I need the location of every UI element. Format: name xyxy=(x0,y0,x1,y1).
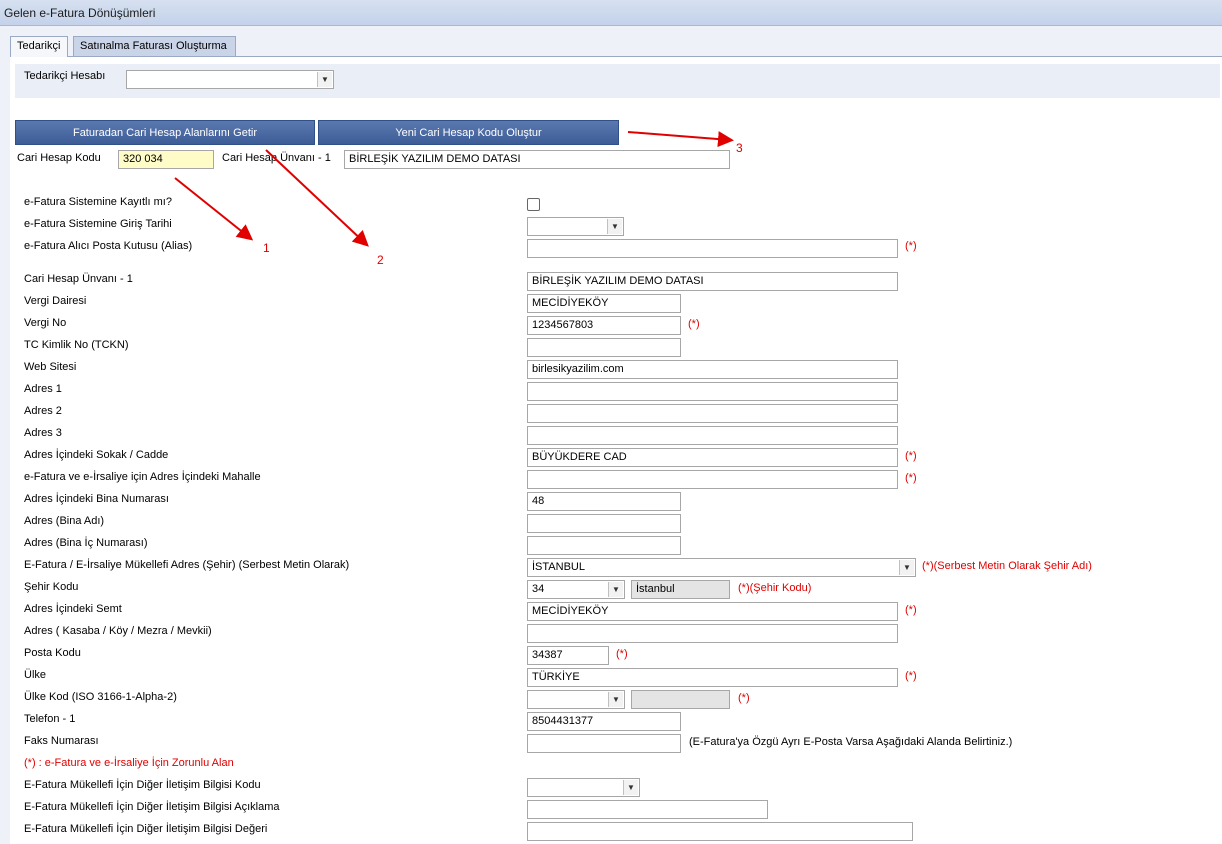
building-no-label: Adres İçindeki Bina Numarası xyxy=(24,493,169,505)
address3-input[interactable] xyxy=(527,426,898,445)
other-value-input[interactable] xyxy=(527,822,913,841)
tab-satinalma-faturasi[interactable]: Satınalma Faturası Oluşturma xyxy=(73,36,236,56)
required-marker: (*) xyxy=(688,318,700,330)
supplier-account-dropdown[interactable]: ▼ xyxy=(126,70,334,89)
city-code-note: (*)(Şehir Kodu) xyxy=(738,582,812,594)
postal-input[interactable]: 34387 xyxy=(527,646,609,665)
district-label: e-Fatura ve e-İrsaliye için Adres İçinde… xyxy=(24,471,261,483)
city-name-readonly: İstanbul xyxy=(631,580,730,599)
required-marker: (*) xyxy=(738,692,750,704)
fax-input[interactable] xyxy=(527,734,681,753)
account-code-input[interactable]: 320 034 xyxy=(118,150,214,169)
chevron-down-icon[interactable]: ▼ xyxy=(608,582,623,597)
web-label: Web Sitesi xyxy=(24,361,77,373)
country-label: Ülke xyxy=(24,669,47,681)
required-marker: (*) xyxy=(905,604,917,616)
fax-note: (E-Fatura'ya Özgü Ayrı E-Posta Varsa Aşa… xyxy=(689,736,1013,748)
phone-label: Telefon - 1 xyxy=(24,713,76,725)
registered-checkbox[interactable] xyxy=(527,198,540,211)
chevron-down-icon[interactable]: ▼ xyxy=(607,219,622,234)
required-marker: (*) xyxy=(905,450,917,462)
phone-input[interactable]: 8504431377 xyxy=(527,712,681,731)
alias-label: e-Fatura Alıcı Posta Kutusu (Alias) xyxy=(24,240,193,252)
new-account-code-button[interactable]: Yeni Cari Hesap Kodu Oluştur xyxy=(318,120,619,145)
street-input[interactable]: BÜYÜKDERE CAD xyxy=(527,448,898,467)
required-fields-note: (*) : e-Fatura ve e-İrsaliye İçin Zorunl… xyxy=(24,757,234,769)
supplier-account-label: Tedarikçi Hesabı xyxy=(24,70,106,82)
other-code-dropdown[interactable]: ▼ xyxy=(527,778,640,797)
building-name-label: Adres (Bina Adı) xyxy=(24,515,105,527)
annotation-label-3: 3 xyxy=(736,141,743,155)
street-label: Adres İçindeki Sokak / Cadde xyxy=(24,449,169,461)
annotation-label-1: 1 xyxy=(263,241,270,255)
city-value: İSTANBUL xyxy=(532,561,585,573)
required-marker: (*) xyxy=(905,472,917,484)
entry-date-picker[interactable]: ▼ xyxy=(527,217,624,236)
other-desc-input[interactable] xyxy=(527,800,768,819)
address1-label: Adres 1 xyxy=(24,383,62,395)
address2-input[interactable] xyxy=(527,404,898,423)
country-code-dropdown[interactable]: ▼ xyxy=(527,690,625,709)
chevron-down-icon[interactable]: ▼ xyxy=(623,780,638,795)
address2-label: Adres 2 xyxy=(24,405,62,417)
semt-label: Adres İçindeki Semt xyxy=(24,603,122,615)
tab-tedarikci[interactable]: Tedarikçi xyxy=(10,36,68,57)
door-no-label: Adres (Bina İç Numarası) xyxy=(24,537,148,549)
city-code-label: Şehir Kodu xyxy=(24,581,79,593)
address3-label: Adres 3 xyxy=(24,427,62,439)
building-name-input[interactable] xyxy=(527,514,681,533)
city-code-value: 34 xyxy=(532,583,545,595)
country-input[interactable]: TÜRKİYE xyxy=(527,668,898,687)
building-no-input[interactable]: 48 xyxy=(527,492,681,511)
city-note: (*)(Serbest Metin Olarak Şehir Adı) xyxy=(922,560,1092,572)
tckn-label: TC Kimlik No (TCKN) xyxy=(24,339,129,351)
town-input[interactable] xyxy=(527,624,898,643)
tckn-input[interactable] xyxy=(527,338,681,357)
city-label: E-Fatura / E-İrsaliye Mükellefi Adres (Ş… xyxy=(24,559,350,571)
city-code-dropdown[interactable]: 34 ▼ xyxy=(527,580,625,599)
fetch-account-fields-button[interactable]: Faturadan Cari Hesap Alanlarını Getir xyxy=(15,120,315,145)
tax-no-input[interactable]: 1234567803 xyxy=(527,316,681,335)
annotation-label-2: 2 xyxy=(377,253,384,267)
fax-label: Faks Numarası xyxy=(24,735,99,747)
other-value-label: E-Fatura Mükellefi İçin Diğer İletişim B… xyxy=(24,823,268,835)
town-label: Adres ( Kasaba / Köy / Mezra / Mevkii) xyxy=(24,625,212,637)
other-code-label: E-Fatura Mükellefi İçin Diğer İletişim B… xyxy=(24,779,261,791)
other-desc-label: E-Fatura Mükellefi İçin Diğer İletişim B… xyxy=(24,801,280,813)
title-label: Cari Hesap Ünvanı - 1 xyxy=(24,273,133,285)
city-dropdown[interactable]: İSTANBUL ▼ xyxy=(527,558,916,577)
window-title: Gelen e-Fatura Dönüşümleri xyxy=(4,6,156,20)
required-marker: (*) xyxy=(616,648,628,660)
entry-date-label: e-Fatura Sistemine Giriş Tarihi xyxy=(24,218,172,230)
chevron-down-icon[interactable]: ▼ xyxy=(899,560,914,575)
account-title-top-label: Cari Hesap Ünvanı - 1 xyxy=(222,152,331,164)
chevron-down-icon[interactable]: ▼ xyxy=(608,692,623,707)
chevron-down-icon[interactable]: ▼ xyxy=(317,72,332,87)
alias-input[interactable] xyxy=(527,239,898,258)
postal-label: Posta Kodu xyxy=(24,647,81,659)
web-input[interactable]: birlesikyazilim.com xyxy=(527,360,898,379)
country-code-label: Ülke Kod (ISO 3166-1-Alpha-2) xyxy=(24,691,177,703)
title-bar: Gelen e-Fatura Dönüşümleri xyxy=(0,0,1222,26)
tax-no-label: Vergi No xyxy=(24,317,67,329)
account-code-label: Cari Hesap Kodu xyxy=(17,152,101,164)
account-title-top-input[interactable]: BİRLEŞİK YAZILIM DEMO DATASI xyxy=(344,150,730,169)
address1-input[interactable] xyxy=(527,382,898,401)
district-input[interactable] xyxy=(527,470,898,489)
required-marker: (*) xyxy=(905,240,917,252)
title-input[interactable]: BİRLEŞİK YAZILIM DEMO DATASI xyxy=(527,272,898,291)
required-marker: (*) xyxy=(905,670,917,682)
door-no-input[interactable] xyxy=(527,536,681,555)
registered-label: e-Fatura Sistemine Kayıtlı mı? xyxy=(24,196,172,208)
semt-input[interactable]: MECİDİYEKÖY xyxy=(527,602,898,621)
country-name-readonly xyxy=(631,690,730,709)
tax-office-label: Vergi Dairesi xyxy=(24,295,87,307)
tax-office-input[interactable]: MECİDİYEKÖY xyxy=(527,294,681,313)
